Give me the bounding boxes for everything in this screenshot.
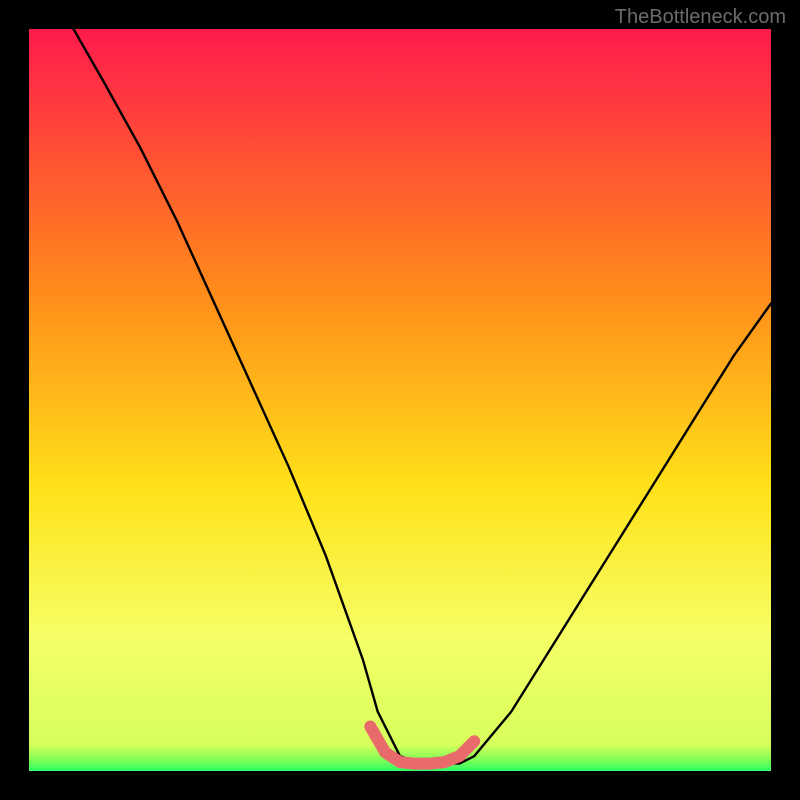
- watermark-text: TheBottleneck.com: [615, 6, 786, 29]
- bottleneck-chart: [29, 29, 771, 771]
- chart-container: { "watermark": "TheBottleneck.com", "col…: [0, 0, 800, 800]
- gradient-background: [29, 29, 771, 771]
